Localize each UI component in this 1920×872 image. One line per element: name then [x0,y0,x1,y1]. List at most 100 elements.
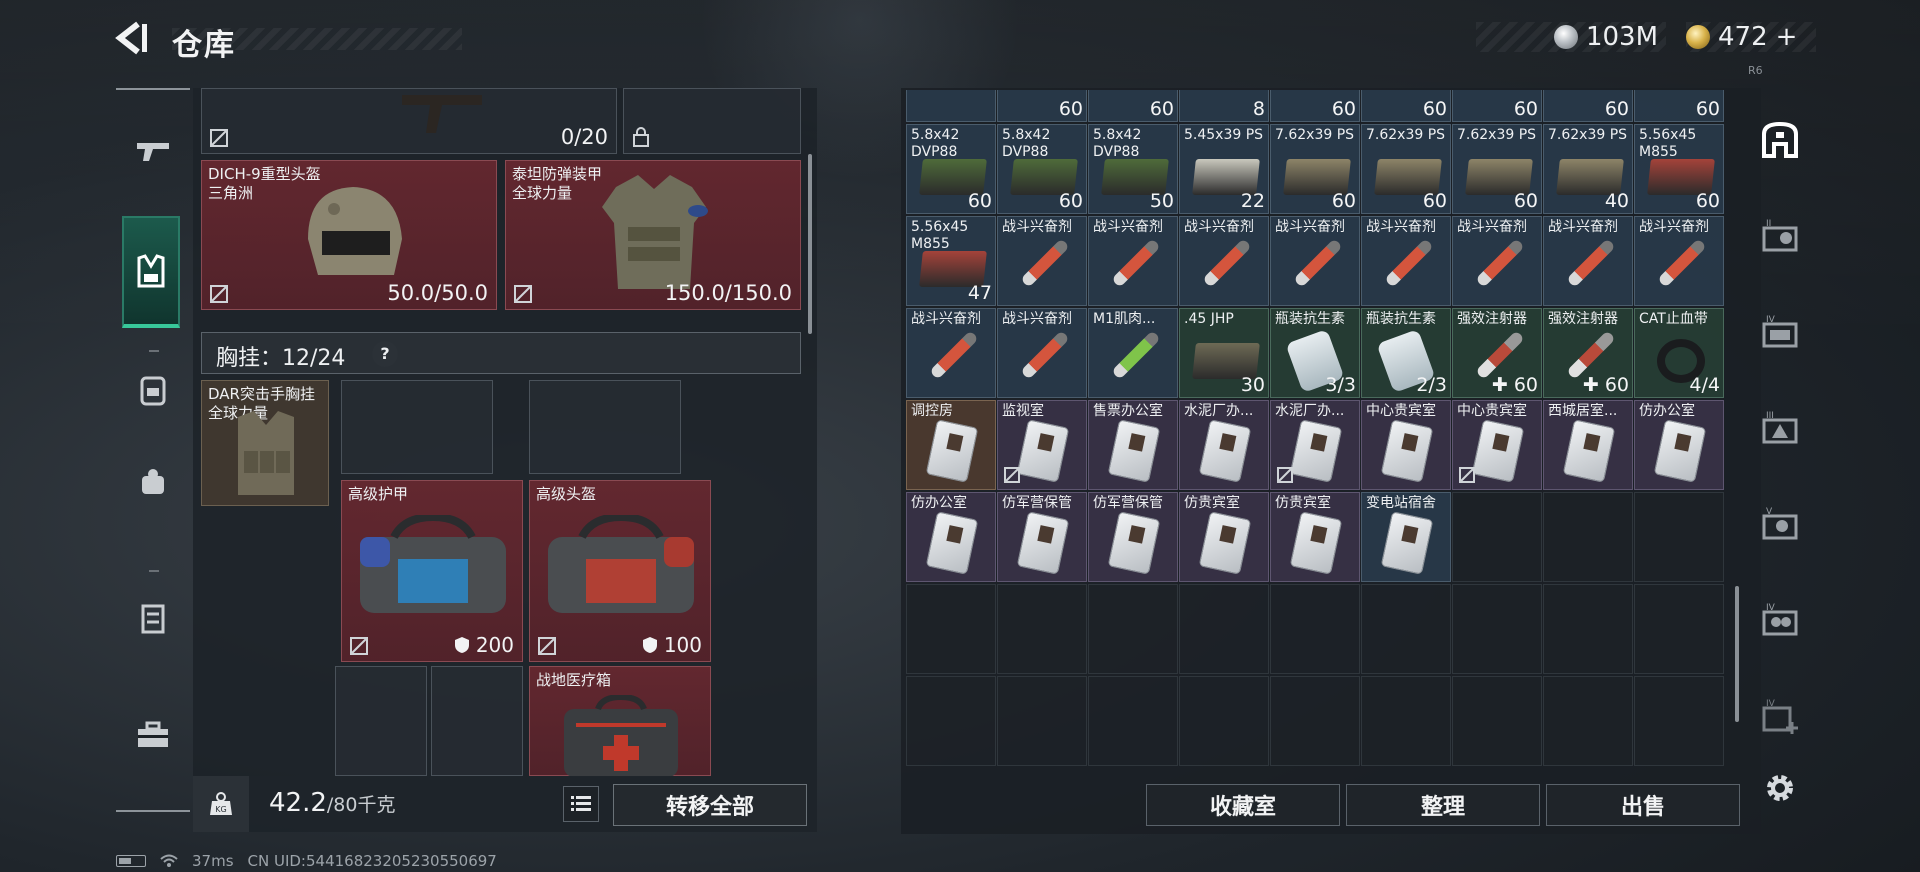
currency-coins[interactable]: 103M [1476,22,1666,52]
stash-item[interactable]: 强效注射器 ✚ 60 [1452,308,1542,398]
helmet-slot[interactable]: DICH-9重型头盔 三角洲 50.0/50.0 [201,160,497,310]
help-button[interactable]: ? [372,341,398,367]
sell-button[interactable]: 出售 [1546,784,1740,826]
stash-item[interactable]: 7.62x39 PS 60 [1452,124,1542,214]
stash-item[interactable]: .45 JHP 30 [1179,308,1269,398]
stash-item[interactable]: 5.45x39 PS 22 [1179,124,1269,214]
stash-item[interactable]: 战斗兴奋剂 [1088,216,1178,306]
empty-stash-cell[interactable] [1179,676,1269,766]
stash-item[interactable]: 仿贵宾室 [1179,492,1269,582]
stash-cell[interactable]: 60 [997,90,1087,122]
stash-item[interactable]: 战斗兴奋剂 [1543,216,1633,306]
empty-stash-cell[interactable] [1543,676,1633,766]
nav-pouch[interactable] [122,450,184,512]
organize-button[interactable]: 整理 [1346,784,1540,826]
stash-tab-main[interactable] [1756,116,1804,164]
stash-item[interactable]: 售票办公室 [1088,400,1178,490]
empty-slot[interactable] [431,666,523,776]
stash-item[interactable]: 水泥厂办... [1270,400,1360,490]
stash-item[interactable]: 战斗兴奋剂 [1179,216,1269,306]
stash-item[interactable]: CAT止血带 4/4 [1634,308,1724,398]
stash-item[interactable]: 西城居室... [1543,400,1633,490]
empty-stash-cell[interactable] [1543,492,1633,582]
empty-stash-cell[interactable] [997,676,1087,766]
stash-item[interactable]: 瓶装抗生素 2/3 [1361,308,1451,398]
empty-stash-cell[interactable] [1270,676,1360,766]
empty-stash-cell[interactable] [1634,584,1724,674]
stash-item[interactable]: 战斗兴奋剂 [997,308,1087,398]
stash-item[interactable]: 中心贵宾室 [1361,400,1451,490]
empty-slot[interactable] [529,380,681,474]
empty-stash-cell[interactable] [906,584,996,674]
empty-stash-cell[interactable] [1452,492,1542,582]
empty-stash-cell[interactable] [1088,584,1178,674]
weapon-slot[interactable]: 0/20 [201,88,617,154]
stash-item[interactable]: 战斗兴奋剂 [1634,216,1724,306]
stash-tab-add[interactable]: IV [1756,692,1804,740]
stash-item[interactable]: 瓶装抗生素 3/3 [1270,308,1360,398]
empty-stash-cell[interactable] [1179,584,1269,674]
collection-room-button[interactable]: 收藏室 [1146,784,1340,826]
stash-item[interactable]: 5.56x45 M855 47 [906,216,996,306]
back-button[interactable] [112,20,152,56]
empty-stash-cell[interactable] [1361,676,1451,766]
empty-stash-cell[interactable] [1634,676,1724,766]
settings-button[interactable] [1756,764,1804,812]
medkit-slot[interactable]: 战地医疗箱 [529,666,711,777]
empty-stash-cell[interactable] [997,584,1087,674]
stash-item[interactable]: 5.56x45 M855 60 [1634,124,1724,214]
stash-cell[interactable]: 8 [1179,90,1269,122]
stash-item[interactable]: 仿办公室 [1634,400,1724,490]
stash-item[interactable]: 7.62x39 PS 60 [1270,124,1360,214]
stash-cell[interactable] [906,90,996,122]
empty-stash-cell[interactable] [1088,676,1178,766]
stash-item[interactable]: M1肌肉... [1088,308,1178,398]
stash-item[interactable]: 中心贵宾室 [1452,400,1542,490]
stash-item[interactable]: 仿贵宾室 [1270,492,1360,582]
currency-premium[interactable]: 472 + [1686,22,1816,52]
stash-tab-5[interactable]: V [1756,500,1804,548]
chest-rig-item[interactable]: DAR突击手胸挂 全球力量 [201,380,329,506]
stash-tab-3[interactable]: IV [1756,308,1804,356]
empty-stash-cell[interactable] [1452,676,1542,766]
stash-item[interactable]: 战斗兴奋剂 [1270,216,1360,306]
stash-item[interactable]: 5.8x42 DVP88 60 [997,124,1087,214]
stash-item[interactable]: 仿办公室 [906,492,996,582]
stash-item[interactable]: 调控房 [906,400,996,490]
empty-stash-cell[interactable] [906,676,996,766]
empty-stash-cell[interactable] [1361,584,1451,674]
stash-item[interactable]: 5.8x42 DVP88 60 [906,124,996,214]
empty-stash-cell[interactable] [1634,492,1724,582]
nav-weapon[interactable] [122,120,184,182]
list-view-button[interactable] [563,786,599,822]
stash-cell[interactable]: 60 [1543,90,1633,122]
nav-case[interactable] [122,586,184,648]
empty-slot[interactable] [341,380,493,474]
stash-item[interactable]: 7.62x39 PS 60 [1361,124,1451,214]
armor-slot[interactable]: 泰坦防弹装甲 全球力量 150.0/150.0 [505,160,801,310]
stash-item[interactable]: 水泥厂办... [1179,400,1269,490]
stash-tab-4[interactable]: III [1756,404,1804,452]
stash-item[interactable]: 战斗兴奋剂 [906,308,996,398]
transfer-all-button[interactable]: 转移全部 [613,784,807,826]
stash-item[interactable]: 7.62x39 PS 40 [1543,124,1633,214]
nav-toolbox[interactable] [122,704,184,766]
stash-tab-2[interactable]: II [1756,212,1804,260]
stash-cell[interactable]: 60 [1634,90,1724,122]
stash-item[interactable]: 5.8x42 DVP88 50 [1088,124,1178,214]
empty-slot[interactable] [335,666,427,776]
locked-slot[interactable] [623,88,801,154]
stash-item[interactable]: 强效注射器 ✚ 60 [1543,308,1633,398]
empty-stash-cell[interactable] [1270,584,1360,674]
empty-stash-cell[interactable] [1543,584,1633,674]
stash-item[interactable]: 监视室 [997,400,1087,490]
nav-backpack[interactable] [122,358,184,420]
stash-item[interactable]: 仿军营保管 [997,492,1087,582]
stash-item[interactable]: 战斗兴奋剂 [1361,216,1451,306]
stash-cell[interactable]: 60 [1088,90,1178,122]
stash-cell[interactable]: 60 [1452,90,1542,122]
stash-item[interactable]: 仿军营保管 [1088,492,1178,582]
left-scrollbar[interactable] [808,154,812,334]
stash-scrollbar[interactable] [1735,586,1739,722]
empty-stash-cell[interactable] [1452,584,1542,674]
